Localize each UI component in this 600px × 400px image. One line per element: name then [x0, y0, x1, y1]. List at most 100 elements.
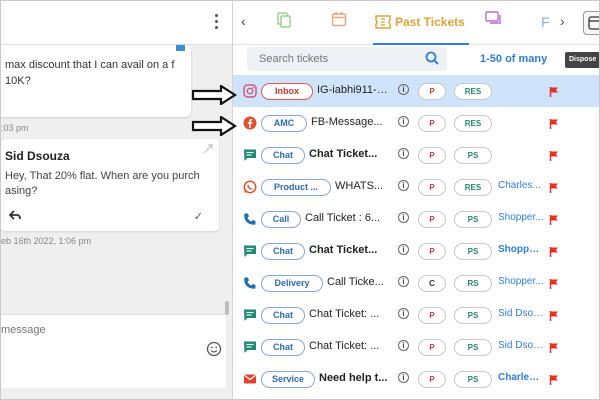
- channel-chip[interactable]: Inbox: [261, 83, 313, 100]
- expand-icon[interactable]: [203, 144, 213, 157]
- flag-icon[interactable]: [549, 213, 559, 231]
- flag-icon[interactable]: [549, 309, 559, 327]
- pagination-label[interactable]: 1-50 of many: [480, 53, 547, 65]
- sender-name: Sid Dsouza: [5, 149, 70, 163]
- facebook-icon: [243, 116, 257, 130]
- dispose-button[interactable]: [583, 11, 599, 35]
- tab-conversations-icon[interactable]: [485, 11, 503, 35]
- ticket-row[interactable]: Chat Chat Ticket: ... i P PS Sid Dsou...: [233, 331, 599, 363]
- info-icon[interactable]: i: [398, 372, 409, 383]
- flag-icon[interactable]: [549, 117, 559, 135]
- message-composer: [1, 314, 226, 388]
- ticket-title[interactable]: WHATS...: [335, 180, 395, 192]
- tab-partial[interactable]: F: [541, 14, 550, 38]
- search-icon[interactable]: [425, 51, 439, 70]
- info-icon[interactable]: i: [398, 116, 409, 127]
- assignee-label: Shopper...: [498, 212, 544, 223]
- info-icon[interactable]: i: [398, 276, 409, 287]
- ticket-row[interactable]: Product ... WHATS... i P RES Charles...: [233, 171, 599, 203]
- tab-calendar-icon[interactable]: [331, 11, 347, 35]
- channel-chip[interactable]: Chat: [261, 339, 305, 356]
- ticket-title[interactable]: Call Ticket : 6...: [305, 212, 395, 224]
- flag-icon[interactable]: [549, 245, 559, 263]
- channel-chip[interactable]: Call: [261, 211, 301, 228]
- chat-header: [1, 1, 232, 45]
- message-marker: [176, 45, 185, 51]
- ticket-row[interactable]: Call Call Ticket : 6... i P PS Shopper...: [233, 203, 599, 235]
- ticket-title[interactable]: Call Ticke...: [327, 276, 395, 288]
- ticket-row[interactable]: Chat Chat Ticket... i P PS: [233, 139, 599, 171]
- message-input[interactable]: [1, 321, 191, 339]
- ticket-row[interactable]: AMC FB-Message... i P RES: [233, 107, 599, 139]
- email-icon: [243, 372, 257, 386]
- channel-chip[interactable]: Product ...: [261, 179, 331, 196]
- tabs-scroll-left-icon[interactable]: ‹: [241, 13, 246, 37]
- info-icon[interactable]: i: [398, 212, 409, 223]
- priority-badge: P: [418, 179, 446, 196]
- ticket-title[interactable]: Chat Ticket...: [309, 244, 395, 256]
- chat-icon: [243, 244, 257, 258]
- outgoing-message: Sid Dsouza Hey, That 20% flat. When are …: [1, 139, 219, 231]
- assignee-label: Charles...: [498, 180, 541, 191]
- channel-chip[interactable]: AMC: [261, 115, 307, 132]
- dispose-tooltip: Dispose: [565, 52, 599, 68]
- ticket-title[interactable]: Need help t...: [319, 372, 395, 384]
- ticket-row[interactable]: Delivery Call Ticke... i C RS Shopper...: [233, 267, 599, 299]
- ticket-row[interactable]: Chat Chat Ticket: ... i P PS Sid Dsou...: [233, 299, 599, 331]
- info-icon[interactable]: i: [398, 180, 409, 191]
- channel-chip[interactable]: Delivery: [261, 275, 323, 292]
- ticket-row[interactable]: Chat Chat Ticket... i P PS Shopper...: [233, 235, 599, 267]
- incoming-message: max discount that I can avail on a f 10K…: [1, 45, 191, 117]
- status-badge: PS: [454, 147, 492, 164]
- whatsapp-icon: [243, 180, 257, 194]
- assignee-label: Sid Dsou...: [498, 308, 544, 319]
- info-icon[interactable]: i: [398, 244, 409, 255]
- kebab-menu-icon[interactable]: [213, 14, 219, 32]
- ticket-title[interactable]: FB-Message...: [311, 116, 395, 128]
- reply-icon[interactable]: [8, 209, 21, 223]
- scrollbar[interactable]: [225, 301, 229, 315]
- priority-badge: P: [418, 339, 446, 356]
- status-badge: RS: [454, 275, 492, 292]
- message-text: Hey, That 20% flat. When are you purch a…: [5, 170, 200, 197]
- channel-chip[interactable]: Chat: [261, 307, 305, 324]
- ticket-title[interactable]: IG-iabhi911-What i...: [317, 84, 395, 96]
- tab-past-tickets[interactable]: Past Tickets: [373, 1, 469, 45]
- tabs-scroll-right-icon[interactable]: ›: [560, 13, 565, 37]
- app-window: max discount that I can avail on a f 10K…: [0, 0, 600, 400]
- tab-files-icon[interactable]: [275, 11, 293, 35]
- phone-icon: [243, 212, 257, 226]
- flag-icon[interactable]: [549, 373, 559, 391]
- ticket-title[interactable]: Chat Ticket: ...: [309, 340, 395, 352]
- channel-chip[interactable]: Chat: [261, 147, 305, 164]
- ticket-title[interactable]: Chat Ticket...: [309, 148, 395, 160]
- assignee-label: Shopper...: [498, 244, 544, 255]
- flag-icon[interactable]: [549, 277, 559, 295]
- channel-chip[interactable]: Chat: [261, 243, 305, 260]
- assignee-label: Charles ...: [498, 372, 544, 383]
- info-icon[interactable]: i: [398, 148, 409, 159]
- phone-icon: [243, 276, 257, 290]
- tab-bar: ‹ Past Tickets F ›: [233, 1, 599, 45]
- status-badge: RES: [454, 83, 492, 100]
- priority-badge: P: [418, 211, 446, 228]
- ticket-row[interactable]: Inbox IG-iabhi911-What i...iP RES: [233, 75, 599, 107]
- info-icon[interactable]: i: [398, 308, 409, 319]
- tickets-pane: ‹ Past Tickets F › Dispose Search ticket…: [233, 1, 599, 399]
- emoji-icon[interactable]: [206, 341, 222, 362]
- flag-icon[interactable]: [549, 341, 559, 359]
- search-input[interactable]: [259, 51, 419, 67]
- status-badge: RES: [454, 179, 492, 196]
- info-icon[interactable]: i: [398, 340, 409, 351]
- flag-icon[interactable]: [549, 181, 559, 199]
- tab-label: Past Tickets: [395, 15, 465, 29]
- channel-chip[interactable]: Service: [261, 371, 315, 388]
- ticket-row[interactable]: Service Need help t... i P PS Charles ...: [233, 363, 599, 395]
- info-icon[interactable]: i: [398, 84, 409, 95]
- annotation-arrow: [191, 85, 237, 105]
- ticket-title[interactable]: Chat Ticket: ...: [309, 308, 395, 320]
- flag-icon[interactable]: [549, 149, 559, 167]
- priority-badge: P: [418, 307, 446, 324]
- flag-icon[interactable]: [549, 85, 559, 103]
- status-badge: PS: [454, 371, 492, 388]
